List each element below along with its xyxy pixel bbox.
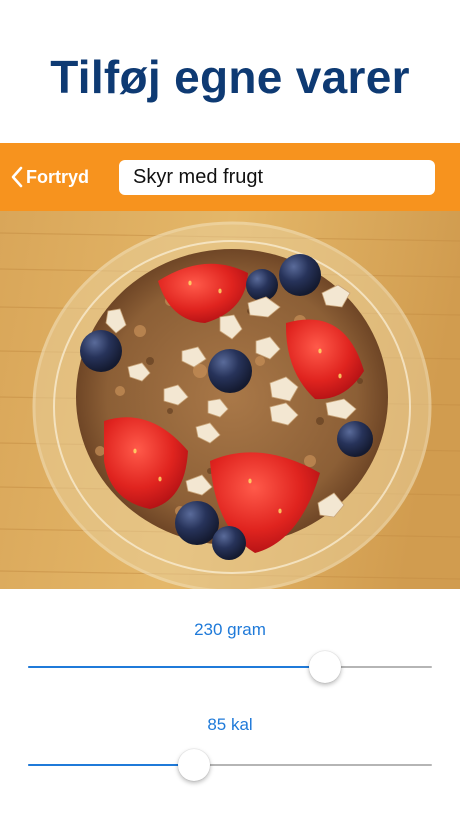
weight-slider-fill bbox=[28, 666, 325, 668]
page-title: Tilføj egne varer bbox=[50, 51, 410, 103]
calorie-value-label: 85 kal bbox=[207, 715, 253, 734]
skyr-bowl-photo bbox=[0, 211, 460, 589]
calorie-slider[interactable] bbox=[28, 749, 432, 781]
calorie-slider-thumb[interactable] bbox=[177, 749, 210, 781]
item-name-field[interactable] bbox=[119, 160, 435, 195]
calorie-slider-fill bbox=[28, 764, 194, 766]
add-own-items-screen: Tilføj egne varer Fortryd Skyr med frugt… bbox=[0, 0, 460, 818]
chevron-left-icon bbox=[11, 166, 23, 188]
undo-button[interactable]: Fortryd bbox=[10, 163, 89, 191]
weight-slider-thumb[interactable] bbox=[308, 651, 341, 683]
weight-value-label: 230 gram bbox=[194, 620, 266, 639]
edit-toolbar: Fortryd bbox=[0, 143, 460, 211]
weight-slider[interactable] bbox=[28, 651, 432, 683]
undo-button-label: Fortryd bbox=[26, 166, 89, 187]
